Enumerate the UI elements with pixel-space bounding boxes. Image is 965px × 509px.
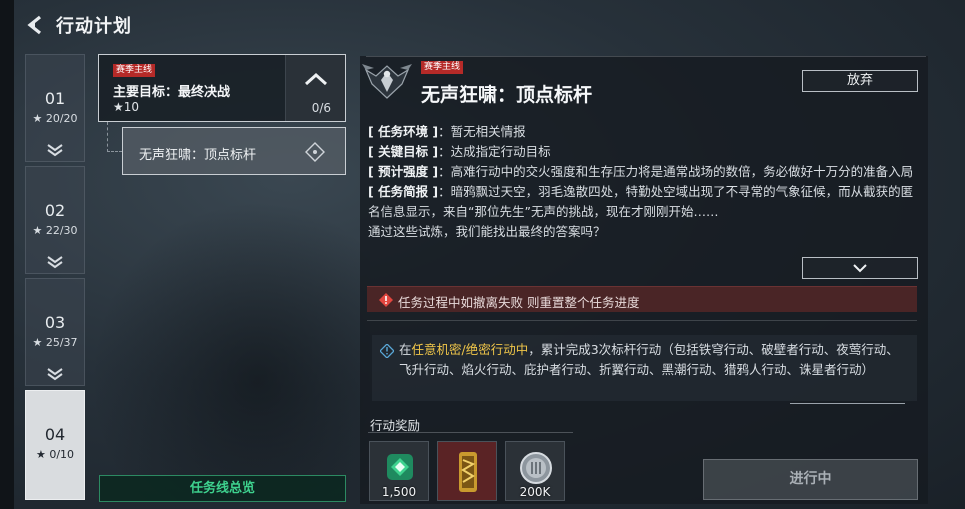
warning-banner: 任务过程中如撤离失败 则重置整个任务进度 xyxy=(367,286,917,312)
in-progress-button[interactable]: 进行中 xyxy=(703,459,918,500)
objective-text: 在任意机密/绝密行动中，累计完成3次标杆行动（包括铁穹行动、破壁者行动、夜莺行动… xyxy=(399,342,899,377)
chapter-tab-04[interactable]: 04 ★ 0/10 xyxy=(25,390,85,500)
chapter-number: 03 xyxy=(44,313,66,332)
rewards-divider xyxy=(368,432,573,433)
objective-box: 在任意机密/绝密行动中，累计完成3次标杆行动（包括铁穹行动、破壁者行动、夜莺行动… xyxy=(372,335,917,401)
info-row-key-objective: [ 关键目标 ]：达成指定行动目标 xyxy=(368,144,551,159)
mission-info[interactable]: [ 任务环境 ]：暂无相关情报 [ 关键目标 ]：达成指定行动目标 [ 预计强度… xyxy=(368,122,914,250)
reward-item-3[interactable]: 200K xyxy=(505,441,565,501)
tree-connector xyxy=(107,122,122,152)
star-icon: ★ xyxy=(32,224,43,237)
info-row-briefing: [ 任务简报 ]：暗鸦飘过天空，羽毛逸散四处，特勤处空域出现了不寻常的气象征候，… xyxy=(368,184,914,219)
objective-scrollbar[interactable] xyxy=(790,403,905,404)
gold-item-icon xyxy=(459,452,477,492)
info-diamond-icon xyxy=(380,344,394,358)
chapter-stars: ★ 20/20 xyxy=(32,112,78,125)
chevron-down-icon xyxy=(47,144,63,157)
warning-text: 任务过程中如撤离失败 则重置整个任务进度 xyxy=(398,295,640,310)
chapter-number: 01 xyxy=(44,89,66,108)
main-mission-progress: 0/6 xyxy=(311,101,331,115)
main-mission-card[interactable]: 赛季主线 主要目标：最终决战 ★10 0/6 xyxy=(98,54,346,122)
objective-highlight: 任意机密/绝密行动中 xyxy=(411,342,529,357)
star-icon: ★ xyxy=(35,448,46,461)
detail-top-divider xyxy=(366,56,926,57)
green-badge-icon xyxy=(387,454,413,480)
warning-icon xyxy=(379,293,393,307)
main-mission-name: 主要目标：最终决战 xyxy=(113,85,231,100)
eagle-emblem-icon xyxy=(362,58,412,102)
season-tag: 赛季主线 xyxy=(113,64,156,77)
target-diamond-icon xyxy=(305,142,325,162)
reward-quantity: 1,500 xyxy=(381,485,417,499)
page-title: 行动计划 xyxy=(56,16,132,37)
chevron-up-icon xyxy=(304,72,328,86)
back-arrow-icon[interactable] xyxy=(24,12,46,38)
info-row-environment: [ 任务环境 ]：暂无相关情报 xyxy=(368,124,526,139)
star-icon: ★ xyxy=(32,112,43,125)
mission-line-overview-button[interactable]: 任务线总览 xyxy=(99,475,346,502)
left-edge-shade xyxy=(0,0,14,509)
chapter-stars: ★ 22/30 xyxy=(32,224,78,237)
reward-item-1[interactable]: 1,500 xyxy=(369,441,429,501)
main-mission-stars: ★10 xyxy=(113,100,140,114)
sub-mission-item[interactable]: 无声狂啸：顶点标杆 xyxy=(122,127,346,175)
chapter-number: 02 xyxy=(44,201,66,220)
season-tag: 赛季主线 xyxy=(421,61,464,74)
chevron-down-icon xyxy=(853,264,867,273)
info-row-briefing-cont: 通过这些试炼，我们能找出最终的答案吗？ xyxy=(368,224,606,239)
chapter-stars: ★ 0/10 xyxy=(35,448,75,461)
sub-mission-name: 无声狂啸：顶点标杆 xyxy=(139,148,257,163)
chevron-down-icon xyxy=(47,368,63,381)
chapter-stars: ★ 25/37 xyxy=(32,336,78,349)
background-terrain xyxy=(90,200,370,500)
chapter-number: 04 xyxy=(44,425,66,444)
section-divider xyxy=(367,320,917,321)
star-icon: ★ xyxy=(113,100,124,114)
chapter-tab-01[interactable]: 01 ★ 20/20 xyxy=(25,54,85,162)
expand-info-button[interactable] xyxy=(802,257,918,279)
chapter-tab-03[interactable]: 03 ★ 25/37 xyxy=(25,278,85,386)
info-row-intensity: [ 预计强度 ]：高难行动中的交火强度和生存压力将是通常战场的数倍，务必做好十万… xyxy=(368,164,914,179)
chapter-tab-02[interactable]: 02 ★ 22/30 xyxy=(25,166,85,274)
abandon-button[interactable]: 放弃 xyxy=(802,70,918,92)
reward-item-2[interactable] xyxy=(437,441,497,501)
mission-title: 无声狂啸：顶点标杆 xyxy=(421,84,593,106)
reward-quantity: 200K xyxy=(519,485,551,499)
star-icon: ★ xyxy=(32,336,43,349)
chevron-down-icon xyxy=(47,256,63,269)
silver-coin-icon xyxy=(520,452,552,484)
